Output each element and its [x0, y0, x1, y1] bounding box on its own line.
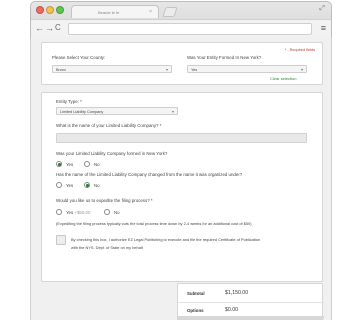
llc-name-label: What is the name of your Limited Liabili…: [56, 123, 162, 128]
expedite-yes-text: Yes: [66, 209, 74, 215]
order-summary-card: Subtotal $1,150.00 Options $0.00: [177, 283, 324, 320]
formed-ny-yes-label: Yes: [66, 161, 74, 167]
close-window-button[interactable]: [36, 6, 44, 14]
options-label: Options: [187, 308, 204, 313]
authorize-text-line1: By checking this box, I authorize EZ Leg…: [71, 237, 261, 242]
name-changed-no-label: No: [94, 182, 100, 188]
new-tab-button[interactable]: [162, 7, 178, 17]
reload-icon[interactable]: C: [55, 22, 61, 34]
name-changed-no-radio[interactable]: [84, 182, 90, 188]
subtotal-row: Subtotal $1,150.00: [178, 286, 324, 302]
maximize-window-button[interactable]: [56, 6, 64, 14]
name-changed-yes-label: Yes: [66, 182, 74, 188]
browser-window-chrome: Beaute le fe × ⤢ ← → C ≡: [30, 1, 332, 37]
formed-in-ny-select[interactable]: Yes ▾: [187, 65, 307, 73]
authorize-checkbox[interactable]: [56, 235, 66, 245]
entity-details-card: Entity Type: * Limited Liability Company…: [41, 92, 323, 282]
clear-selection-link[interactable]: Clear selection: [270, 76, 296, 81]
formed-ny-no-label: No: [94, 161, 100, 167]
expedite-no-radio[interactable]: [104, 209, 110, 215]
address-bar[interactable]: [68, 23, 312, 35]
formed-in-ny-select-value: Yes: [191, 67, 198, 72]
tab-title: Beaute le fe: [98, 10, 120, 15]
expedite-price: +$50.00: [74, 209, 91, 215]
chevron-down-icon: ▾: [165, 67, 168, 72]
entity-type-select-value: Limited Liability Company: [60, 109, 104, 114]
county-select-value: Bronx: [56, 67, 66, 72]
browser-toolbar: ← → C ≡: [31, 19, 331, 37]
page-content: * - Required fields Please Select Your C…: [30, 37, 332, 320]
tab-close-icon[interactable]: ×: [149, 9, 152, 15]
county-label: Please Select Your County:: [52, 55, 106, 60]
expedite-no-label: No: [114, 209, 120, 215]
expand-icon[interactable]: ⤢: [319, 5, 325, 13]
subtotal-label: Subtotal: [187, 291, 205, 296]
menu-icon[interactable]: ≡: [321, 23, 326, 34]
location-card: * - Required fields Please Select Your C…: [41, 42, 323, 85]
name-changed-yes-radio[interactable]: [56, 182, 62, 188]
expedite-yes-label: Yes +$50.00: [66, 210, 90, 215]
formed-in-ny-label: Was Your Entity Formed In New York?: [187, 55, 262, 60]
forward-arrow-icon[interactable]: →: [45, 22, 54, 34]
expedite-yes-radio[interactable]: [56, 209, 62, 215]
entity-type-select[interactable]: Limited Liability Company ▾: [56, 107, 178, 115]
browser-tab[interactable]: Beaute le fe ×: [71, 5, 159, 18]
options-value: $0.00: [225, 307, 238, 313]
formed-ny-yes-radio[interactable]: [56, 161, 62, 167]
expedite-question: Would you like us to expedite the filing…: [56, 198, 153, 203]
llc-name-input[interactable]: [56, 133, 307, 143]
formed-ny-question: Was your Limited Liability Company forme…: [56, 151, 168, 156]
name-changed-question: Has the name of the Limited Liability Co…: [56, 172, 243, 177]
authorize-text-line2: with the NYS. Dept. of State on my behal…: [71, 245, 143, 250]
chevron-down-icon: ▾: [171, 109, 174, 114]
expedite-note: (Expediting the filing process typically…: [56, 221, 252, 226]
county-select[interactable]: Bronx ▾: [52, 65, 172, 73]
minimize-window-button[interactable]: [46, 6, 54, 14]
required-fields-note: * - Required fields: [284, 48, 315, 52]
formed-ny-no-radio[interactable]: [84, 161, 90, 167]
summary-next-row-edge: [178, 316, 324, 319]
back-arrow-icon[interactable]: ←: [35, 22, 44, 34]
subtotal-value: $1,150.00: [225, 290, 249, 296]
entity-type-label: Entity Type: *: [56, 99, 82, 104]
chevron-down-icon: ▾: [300, 67, 303, 72]
